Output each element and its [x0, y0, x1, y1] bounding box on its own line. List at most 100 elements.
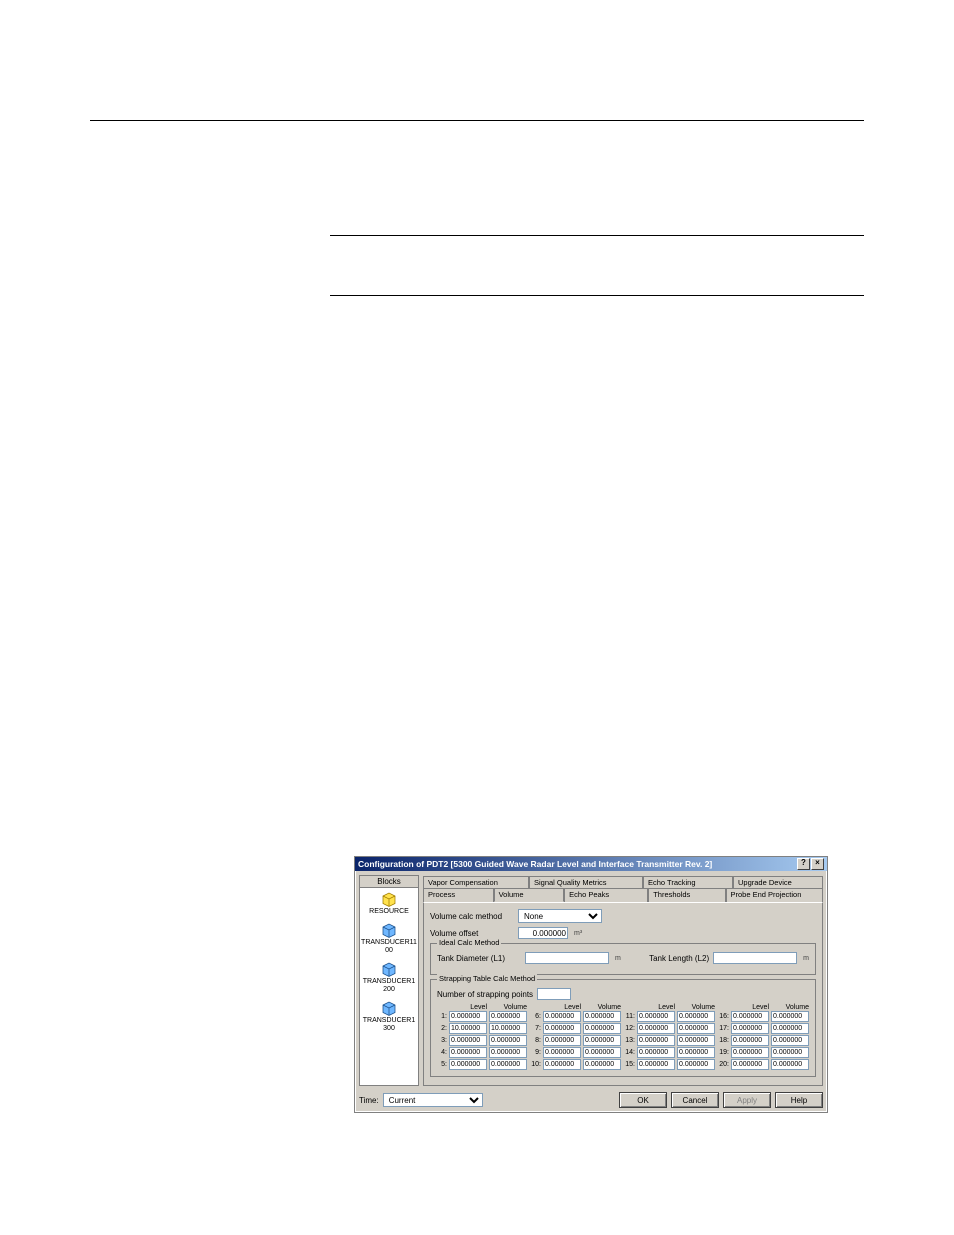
- window-title: Configuration of PDT2 [5300 Guided Wave …: [358, 859, 712, 869]
- strap-volume-input[interactable]: [489, 1011, 527, 1022]
- cube-icon: [380, 961, 398, 977]
- strap-volume-input[interactable]: [489, 1059, 527, 1070]
- strap-row-index: 8: [531, 1037, 541, 1044]
- strap-col-volume: Volume: [771, 1004, 809, 1011]
- strap-level-input[interactable]: [543, 1035, 581, 1046]
- rule-mid-2: [330, 295, 864, 296]
- strap-level-input[interactable]: [731, 1047, 769, 1058]
- block-resource[interactable]: RESOURCE: [360, 888, 418, 919]
- strap-row-index: 6: [531, 1013, 541, 1020]
- block-transducer-1300[interactable]: TRANSDUCER1300: [360, 997, 418, 1036]
- ideal-calc-legend: Ideal Calc Method: [437, 938, 501, 947]
- strap-row-index: 1: [437, 1013, 447, 1020]
- strap-col-volume: Volume: [677, 1004, 715, 1011]
- tab-process[interactable]: Process: [423, 888, 494, 902]
- ok-button[interactable]: OK: [619, 1092, 667, 1108]
- strap-col-level: Level: [637, 1004, 675, 1011]
- strap-level-input[interactable]: [637, 1011, 675, 1022]
- strap-level-input[interactable]: [637, 1047, 675, 1058]
- strapping-table-group: Strapping Table Calc Method Number of st…: [430, 979, 816, 1077]
- tank-diameter-input[interactable]: [525, 952, 609, 964]
- cube-icon: [380, 891, 398, 907]
- strap-level-input[interactable]: [449, 1035, 487, 1046]
- strap-level-input[interactable]: [449, 1047, 487, 1058]
- strap-volume-input[interactable]: [583, 1011, 621, 1022]
- strap-table: LevelVolume12345LevelVolume678910LevelVo…: [437, 1004, 809, 1070]
- strap-level-input[interactable]: [449, 1011, 487, 1022]
- config-dialog: Configuration of PDT2 [5300 Guided Wave …: [354, 856, 828, 1113]
- block-transducer-1100[interactable]: TRANSDUCER1100: [360, 919, 418, 958]
- strap-level-input[interactable]: [731, 1035, 769, 1046]
- cancel-button[interactable]: Cancel: [671, 1092, 719, 1108]
- strap-row-index: 12: [625, 1025, 635, 1032]
- strap-volume-input[interactable]: [771, 1023, 809, 1034]
- rule-mid-1: [330, 235, 864, 236]
- strap-level-input[interactable]: [543, 1059, 581, 1070]
- strap-volume-input[interactable]: [677, 1035, 715, 1046]
- strap-volume-input[interactable]: [489, 1023, 527, 1034]
- strap-points-input[interactable]: [537, 988, 571, 1000]
- strap-level-input[interactable]: [731, 1023, 769, 1034]
- tab-volume[interactable]: Volume: [494, 888, 565, 902]
- strap-volume-input[interactable]: [771, 1047, 809, 1058]
- volume-offset-unit: m³: [574, 930, 582, 937]
- strap-volume-input[interactable]: [583, 1047, 621, 1058]
- blocks-panel: Blocks RESOURCE: [359, 875, 419, 1086]
- strap-row-index: 18: [719, 1037, 729, 1044]
- strap-row-index: 15: [625, 1061, 635, 1068]
- strap-col-volume: Volume: [489, 1004, 527, 1011]
- tank-diameter-unit: m: [615, 955, 621, 962]
- volume-offset-label: Volume offset: [430, 929, 514, 938]
- tab-thresholds[interactable]: Thresholds: [648, 888, 725, 902]
- strap-level-input[interactable]: [637, 1059, 675, 1070]
- dialog-footer: Time: Current OK Cancel Apply Help: [359, 1086, 823, 1108]
- strap-row-index: 13: [625, 1037, 635, 1044]
- volume-offset-input[interactable]: [518, 927, 568, 939]
- strap-volume-input[interactable]: [677, 1059, 715, 1070]
- tank-diameter-label: Tank Diameter (L1): [437, 954, 521, 963]
- strap-level-input[interactable]: [543, 1047, 581, 1058]
- block-label: TRANSDUCER1100: [361, 939, 417, 955]
- strap-col-level: Level: [543, 1004, 581, 1011]
- strap-row-index: 11: [625, 1013, 635, 1020]
- apply-button[interactable]: Apply: [723, 1092, 771, 1108]
- strap-level-input[interactable]: [449, 1059, 487, 1070]
- strap-volume-input[interactable]: [677, 1011, 715, 1022]
- tank-length-input[interactable]: [713, 952, 797, 964]
- volume-calc-method-label: Volume calc method: [430, 912, 514, 921]
- strap-level-input[interactable]: [449, 1023, 487, 1034]
- strap-level-input[interactable]: [731, 1011, 769, 1022]
- strap-row-index: 17: [719, 1025, 729, 1032]
- titlebar-close-button[interactable]: ×: [811, 858, 824, 870]
- strap-volume-input[interactable]: [489, 1035, 527, 1046]
- strap-col-volume: Volume: [583, 1004, 621, 1011]
- tab-echo-peaks[interactable]: Echo Peaks: [564, 888, 648, 902]
- strap-volume-input[interactable]: [583, 1059, 621, 1070]
- strap-level-input[interactable]: [543, 1011, 581, 1022]
- strap-row-index: 14: [625, 1049, 635, 1056]
- strap-volume-input[interactable]: [771, 1059, 809, 1070]
- strap-volume-input[interactable]: [771, 1011, 809, 1022]
- titlebar: Configuration of PDT2 [5300 Guided Wave …: [355, 857, 827, 871]
- strap-level-input[interactable]: [543, 1023, 581, 1034]
- time-select[interactable]: Current: [383, 1093, 483, 1107]
- strap-volume-input[interactable]: [677, 1047, 715, 1058]
- cube-icon: [380, 1000, 398, 1016]
- ideal-calc-group: Ideal Calc Method Tank Diameter (L1) m T…: [430, 943, 816, 975]
- strap-volume-input[interactable]: [583, 1035, 621, 1046]
- strap-volume-input[interactable]: [771, 1035, 809, 1046]
- tab-probe-end-projection[interactable]: Probe End Projection: [726, 888, 824, 902]
- titlebar-help-button[interactable]: ?: [797, 858, 810, 870]
- block-label: TRANSDUCER1300: [361, 1017, 417, 1033]
- help-button[interactable]: Help: [775, 1092, 823, 1108]
- strap-col-level: Level: [449, 1004, 487, 1011]
- volume-calc-method-select[interactable]: None: [518, 909, 602, 923]
- block-transducer-1200[interactable]: TRANSDUCER1200: [360, 958, 418, 997]
- strap-level-input[interactable]: [637, 1023, 675, 1034]
- strap-volume-input[interactable]: [489, 1047, 527, 1058]
- strap-level-input[interactable]: [731, 1059, 769, 1070]
- strap-volume-input[interactable]: [677, 1023, 715, 1034]
- strap-level-input[interactable]: [637, 1035, 675, 1046]
- strap-volume-input[interactable]: [583, 1023, 621, 1034]
- strap-row-index: 2: [437, 1025, 447, 1032]
